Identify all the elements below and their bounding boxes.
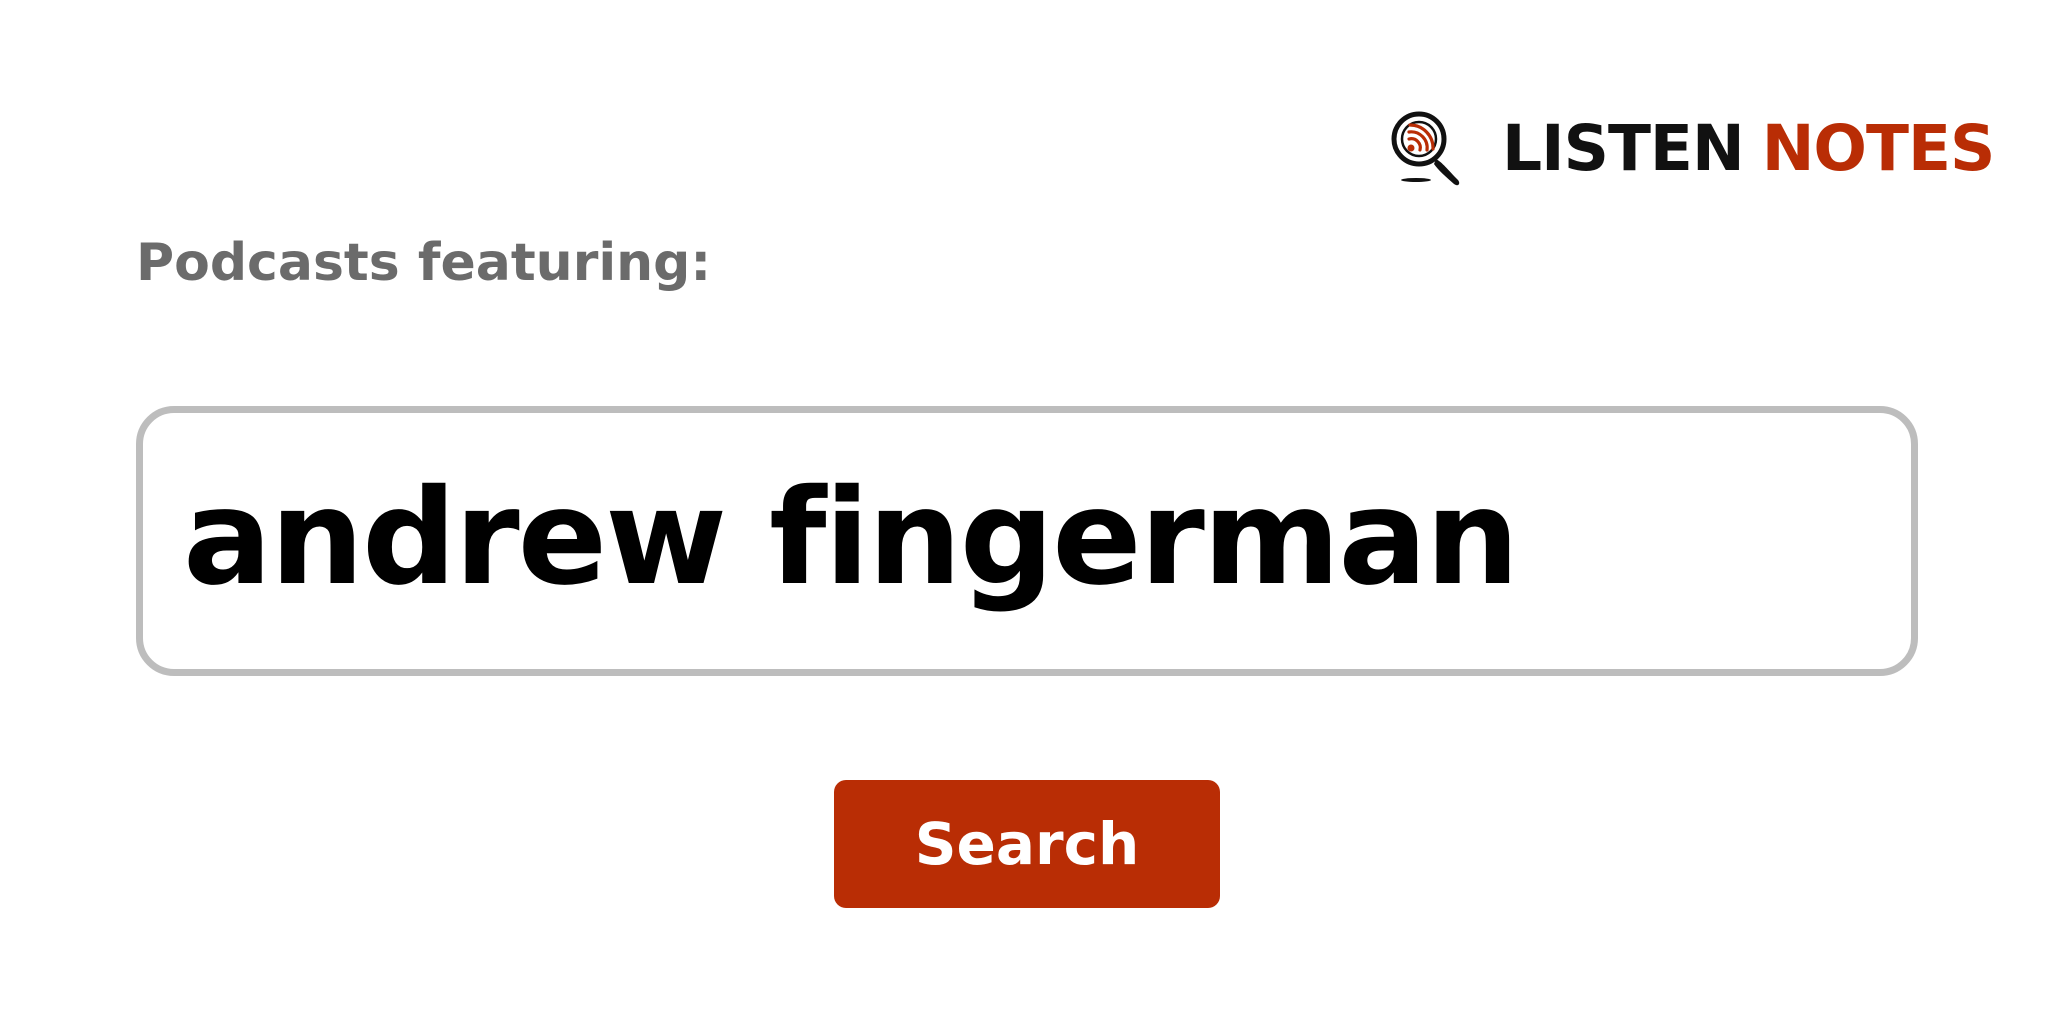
podcast-magnifier-icon	[1391, 111, 1460, 186]
page: LISTENNOTES Podcasts featuring: Search	[0, 0, 2048, 1024]
logo-wordmark: LISTEN NOTES	[1502, 117, 1995, 180]
search-box	[136, 406, 1918, 676]
search-button[interactable]: Search	[834, 780, 1220, 908]
page-heading: Podcasts featuring:	[136, 233, 712, 293]
search-input[interactable]	[183, 433, 1863, 643]
logo-word-listen: LISTEN	[1502, 111, 1745, 185]
logo-word-notes: NOTES	[1761, 111, 1996, 185]
listen-notes-logo[interactable]: LISTEN NOTES	[1388, 108, 1995, 188]
